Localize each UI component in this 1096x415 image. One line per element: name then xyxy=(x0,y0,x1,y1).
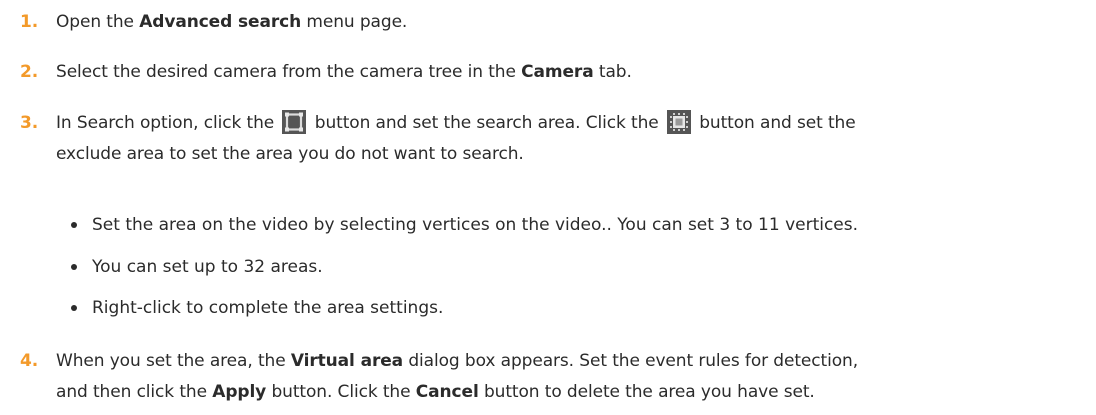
bullet-text: Right-click to complete the area setting… xyxy=(92,298,444,318)
instruction-page: 1. Open the Advanced search menu page. 2… xyxy=(0,0,1096,415)
step-text-part: Select the desired camera from the camer… xyxy=(56,62,522,82)
menu-name-advanced-search: Advanced search xyxy=(139,12,302,32)
bullet-item: You can set up to 32 areas. xyxy=(71,254,1076,280)
step-text-part: button and set the xyxy=(693,113,856,133)
step-text-part: In Search option, click the xyxy=(56,113,280,133)
step-number: 3. xyxy=(20,113,39,133)
tab-name-camera: Camera xyxy=(521,62,594,82)
step-text: Open the Advanced search menu page. xyxy=(56,7,1076,38)
step-text-part: exclude area to set the area you do not … xyxy=(56,144,524,164)
bullet-text: Set the area on the video by selecting v… xyxy=(92,215,859,235)
step-text: Select the desired camera from the camer… xyxy=(56,57,1076,88)
bullet-item: Set the area on the video by selecting v… xyxy=(71,212,1076,238)
dialog-name-virtual-area: Virtual area xyxy=(290,351,404,371)
bullet-item: Right-click to complete the area setting… xyxy=(71,295,1076,321)
step-text-part: When you set the area, the xyxy=(56,351,291,371)
step-text-part: and then click the xyxy=(56,382,213,402)
bullet-text: You can set up to 32 areas. xyxy=(92,257,323,277)
step-text-part: button. Click the xyxy=(266,382,416,402)
step-number: 1. xyxy=(20,12,39,32)
bullet-dot xyxy=(71,222,77,228)
step-text-part: button and set the search area. Click th… xyxy=(309,113,664,133)
step-text-part: Open the xyxy=(56,12,140,32)
bullet-dot xyxy=(71,305,77,311)
step-text-part: button to delete the area you have set. xyxy=(478,382,815,402)
step-number: 2. xyxy=(20,62,39,82)
bullet-dot xyxy=(71,264,77,270)
button-name-cancel: Cancel xyxy=(415,382,479,402)
step-text: In Search option, click the button and s… xyxy=(56,108,1076,170)
step-text-part: menu page. xyxy=(301,12,408,32)
step-text-part: tab. xyxy=(593,62,632,82)
step-text-part: dialog box appears. Set the event rules … xyxy=(403,351,858,371)
step-number: 4. xyxy=(20,351,39,371)
button-name-apply: Apply xyxy=(212,382,267,402)
search-area-icon xyxy=(282,110,307,134)
exclude-area-icon xyxy=(666,110,691,134)
step-text: When you set the area, the Virtual area … xyxy=(56,346,1076,408)
